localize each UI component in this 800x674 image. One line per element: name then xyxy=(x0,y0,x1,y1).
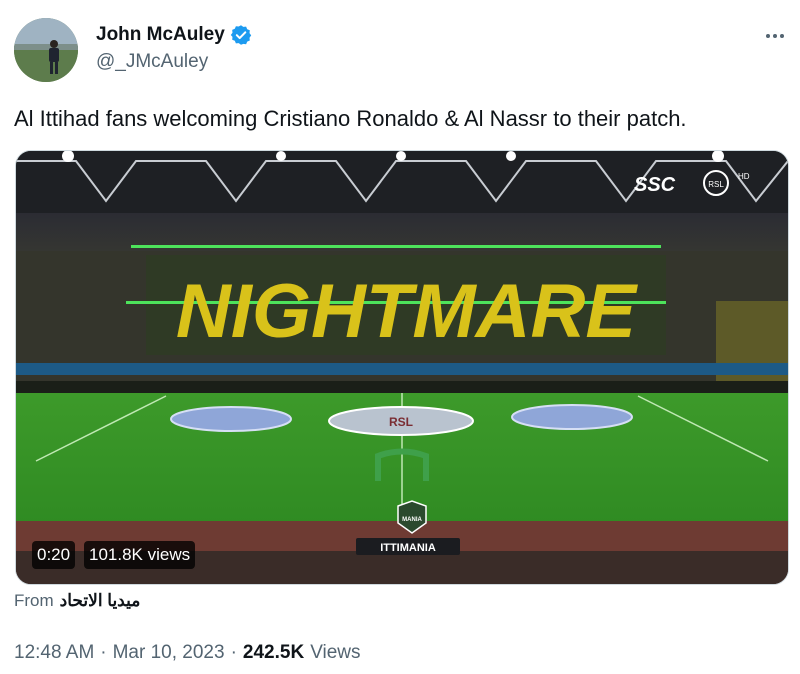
author-avatar[interactable] xyxy=(14,18,78,82)
more-options-icon[interactable] xyxy=(761,25,789,47)
svg-text:RSL: RSL xyxy=(708,180,724,189)
tweet-time[interactable]: 12:48 AM xyxy=(14,642,94,664)
svg-text:HD: HD xyxy=(738,172,750,181)
author-display-name[interactable]: John McAuley xyxy=(96,24,225,46)
svg-text:MANIA: MANIA xyxy=(402,517,422,523)
video-frame: NIGHTMARE RSL SSC RSL HD MANIA ITTIMANIA xyxy=(16,151,788,584)
author-name-row: John McAuley xyxy=(96,22,252,48)
avatar-image xyxy=(14,18,78,82)
author-handle[interactable]: @_JMcAuley xyxy=(96,51,208,73)
svg-text:ITTIMANIA: ITTIMANIA xyxy=(380,542,436,554)
handle-banner: ITTIMANIA xyxy=(356,538,460,555)
video-player[interactable]: NIGHTMARE RSL SSC RSL HD MANIA ITTIMANIA xyxy=(15,150,789,585)
tweet-text: Al Ittihad fans welcoming Cristiano Rona… xyxy=(14,106,687,131)
views-label: Views xyxy=(310,642,361,663)
svg-text:SSC: SSC xyxy=(634,174,676,196)
source-attribution: From ميديا الاتحاد xyxy=(14,591,140,611)
tweet-date[interactable]: Mar 10, 2023 xyxy=(113,642,225,664)
meta-separator: · xyxy=(230,642,237,663)
video-views-badge: 101.8K views xyxy=(84,541,196,569)
video-duration-badge: 0:20 xyxy=(32,541,76,569)
meta-separator: · xyxy=(100,642,107,663)
center-circle-text: RSL xyxy=(389,415,413,429)
source-name[interactable]: ميديا الاتحاد xyxy=(60,591,141,611)
tifo-text: NIGHTMARE xyxy=(176,269,639,354)
source-prefix: From xyxy=(14,591,54,610)
views-count: 242.5K xyxy=(242,642,305,663)
verified-badge-icon[interactable] xyxy=(230,24,252,46)
tweet-meta: 12:48 AM · Mar 10, 2023 · 242.5K Views xyxy=(14,642,361,664)
